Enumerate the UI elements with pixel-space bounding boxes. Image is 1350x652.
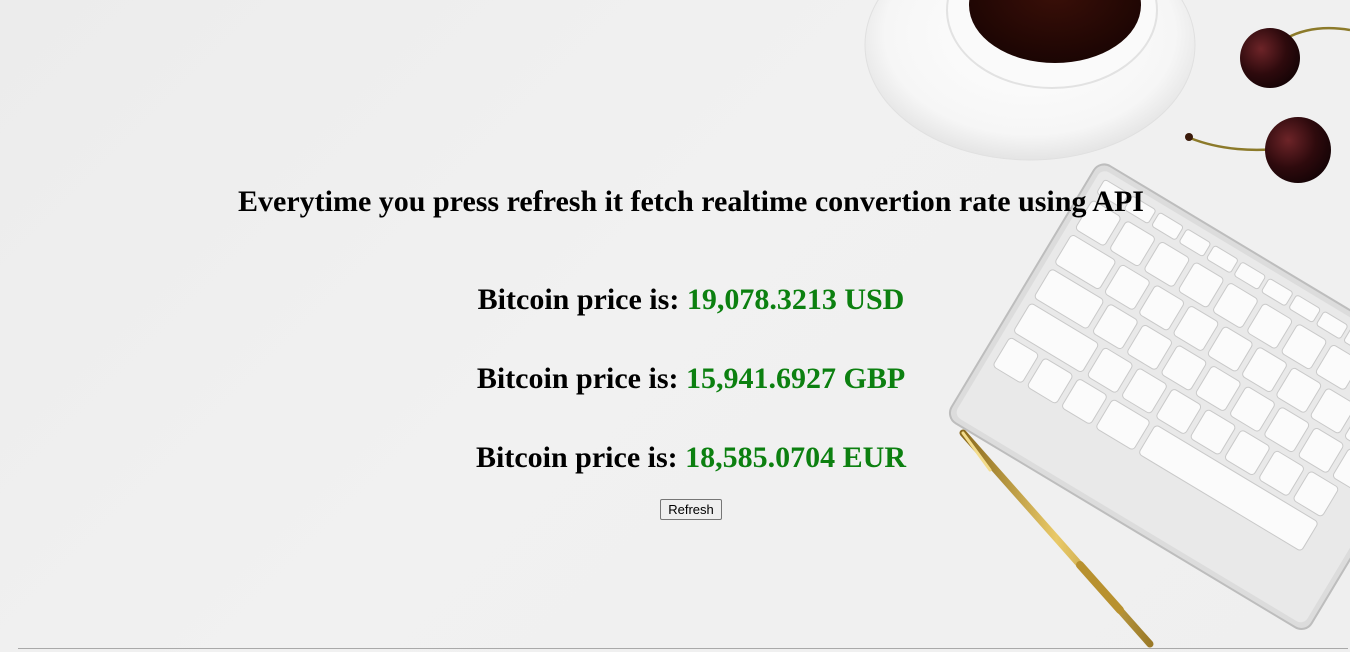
price-value-usd: 19,078.3213 USD (686, 283, 905, 316)
page: Everytime you press refresh it fetch rea… (0, 0, 1350, 652)
page-title: Everytime you press refresh it fetch rea… (238, 185, 1144, 218)
price-label: Bitcoin price is: (476, 441, 678, 474)
price-label: Bitcoin price is: (477, 283, 680, 316)
desk-background-image (864, 0, 1350, 648)
price-value-gbp: 15,941.6927 GBP (685, 362, 906, 395)
price-row-gbp: Bitcoin price is: 15,941.6927 GBP (0, 360, 1350, 398)
bottom-divider (18, 648, 1348, 649)
price-row-eur: Bitcoin price is: 18,585.0704 EUR (0, 439, 1350, 477)
price-row-usd: Bitcoin price is: 19,078.3213 USD (0, 281, 1350, 319)
price-label: Bitcoin price is: (476, 362, 679, 395)
refresh-button[interactable]: Refresh (660, 499, 722, 520)
price-value-eur: 18,585.0704 EUR (685, 441, 906, 474)
cherries-icon (1185, 26, 1350, 183)
coffee-cup-icon (864, 0, 1196, 161)
